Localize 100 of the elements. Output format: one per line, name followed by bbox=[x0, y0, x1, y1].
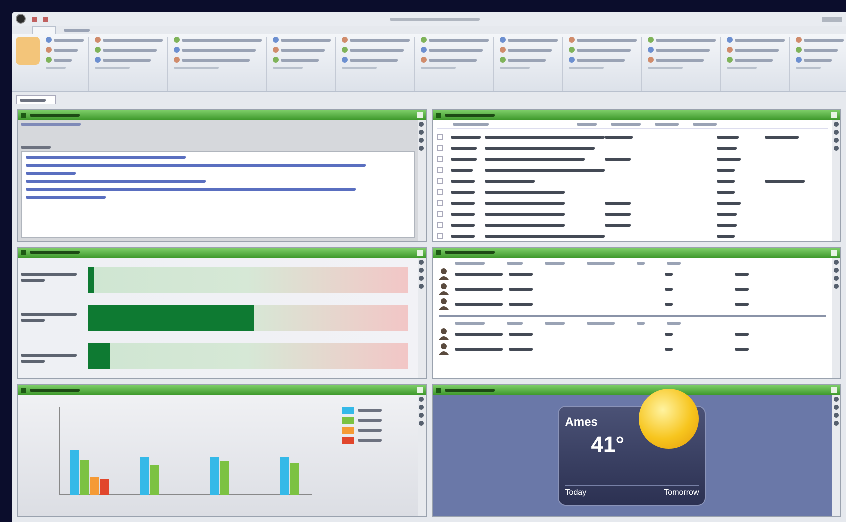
illegible-text bbox=[103, 58, 151, 62]
panel-close-icon[interactable] bbox=[831, 387, 837, 394]
chart-bar bbox=[280, 457, 289, 496]
illegible-text bbox=[604, 224, 630, 226]
illegible-text bbox=[664, 288, 672, 291]
person-silhouette-icon bbox=[438, 283, 448, 296]
illegible-text bbox=[636, 322, 644, 325]
illegible-text bbox=[21, 354, 77, 357]
illegible-text bbox=[577, 48, 631, 52]
illegible-text bbox=[21, 123, 81, 126]
person-silhouette-icon bbox=[438, 268, 448, 280]
panel-close-icon[interactable] bbox=[831, 250, 837, 256]
illegible-text bbox=[350, 58, 398, 62]
window-controls-icon[interactable] bbox=[822, 16, 842, 22]
ribbon-tab[interactable] bbox=[32, 26, 56, 34]
illegible-text bbox=[735, 48, 779, 52]
illegible-text bbox=[450, 180, 474, 182]
illegible-text bbox=[450, 234, 474, 238]
panel-close-icon[interactable] bbox=[416, 387, 422, 394]
panel-icon bbox=[21, 250, 26, 256]
illegible-text bbox=[281, 48, 325, 52]
panel-close-icon[interactable] bbox=[416, 112, 422, 118]
row-checkbox[interactable] bbox=[436, 222, 442, 228]
chart-bar bbox=[100, 479, 109, 496]
illegible-text bbox=[654, 123, 678, 126]
panel-icon bbox=[436, 112, 440, 118]
illegible-text bbox=[454, 302, 502, 306]
forecast-day: Today bbox=[565, 486, 587, 499]
illegible-text bbox=[604, 158, 630, 160]
notes-text-area[interactable] bbox=[21, 151, 414, 238]
illegible-text bbox=[450, 224, 474, 226]
illegible-text bbox=[508, 332, 532, 336]
illegible-text bbox=[429, 58, 477, 62]
row-checkbox[interactable] bbox=[436, 233, 442, 239]
illegible-text bbox=[664, 348, 672, 351]
illegible-text bbox=[444, 114, 494, 116]
illegible-text bbox=[429, 38, 489, 42]
row-checkbox[interactable] bbox=[436, 167, 442, 173]
illegible-text bbox=[20, 98, 46, 102]
illegible-text bbox=[508, 272, 532, 276]
panel-icon bbox=[21, 112, 26, 118]
legend-swatch bbox=[342, 407, 354, 414]
illegible-text bbox=[734, 332, 748, 336]
illegible-text bbox=[734, 348, 748, 351]
illegible-text bbox=[716, 190, 734, 194]
illegible-text bbox=[350, 38, 410, 42]
illegible-text bbox=[586, 322, 614, 325]
illegible-text bbox=[508, 288, 532, 291]
illegible-text bbox=[656, 38, 716, 42]
chart-bar bbox=[290, 463, 299, 496]
legend-swatch bbox=[342, 427, 354, 434]
quick-access-icon[interactable] bbox=[32, 16, 37, 22]
illegible-text bbox=[734, 288, 748, 291]
illegible-text bbox=[664, 272, 672, 276]
illegible-text bbox=[450, 202, 474, 204]
illegible-text bbox=[506, 322, 522, 325]
illegible-text bbox=[450, 168, 472, 172]
illegible-text bbox=[103, 38, 163, 42]
illegible-text bbox=[716, 146, 736, 150]
illegible-text bbox=[54, 48, 78, 52]
illegible-text bbox=[452, 123, 488, 126]
illegible-text bbox=[21, 319, 45, 322]
row-checkbox[interactable] bbox=[436, 156, 442, 162]
illegible-text bbox=[764, 180, 804, 182]
illegible-text bbox=[281, 38, 331, 42]
illegible-text bbox=[444, 388, 494, 392]
illegible-text bbox=[610, 123, 640, 126]
illegible-text bbox=[358, 419, 382, 422]
chart-bar bbox=[70, 450, 79, 496]
illegible-text bbox=[454, 348, 502, 351]
illegible-text bbox=[350, 48, 404, 52]
chart-bar bbox=[150, 465, 159, 496]
row-checkbox[interactable] bbox=[436, 178, 442, 184]
document-tab[interactable] bbox=[16, 95, 56, 104]
illegible-text bbox=[21, 146, 51, 149]
row-checkbox[interactable] bbox=[436, 145, 442, 151]
illegible-text bbox=[656, 48, 710, 52]
illegible-text bbox=[182, 58, 250, 62]
application-menu-icon[interactable] bbox=[16, 14, 26, 24]
chart-bar bbox=[220, 461, 229, 496]
illegible-text bbox=[454, 272, 502, 276]
row-checkbox[interactable] bbox=[436, 211, 442, 217]
row-checkbox[interactable] bbox=[436, 189, 442, 195]
illegible-text bbox=[21, 279, 45, 282]
row-checkbox[interactable] bbox=[436, 200, 442, 206]
illegible-text bbox=[30, 114, 80, 116]
illegible-text bbox=[716, 202, 740, 204]
illegible-text bbox=[454, 322, 484, 325]
row-checkbox[interactable] bbox=[436, 134, 442, 140]
temperature: 41° bbox=[591, 430, 626, 458]
illegible-text bbox=[735, 58, 773, 62]
illegible-text bbox=[716, 224, 736, 226]
illegible-text bbox=[544, 322, 564, 325]
panel-close-icon[interactable] bbox=[416, 250, 422, 256]
illegible-text bbox=[450, 146, 476, 150]
illegible-text bbox=[734, 302, 748, 306]
panel-icon bbox=[21, 388, 26, 393]
illegible-text bbox=[664, 332, 672, 336]
illegible-text bbox=[21, 273, 77, 276]
quick-access-icon[interactable] bbox=[43, 16, 48, 22]
